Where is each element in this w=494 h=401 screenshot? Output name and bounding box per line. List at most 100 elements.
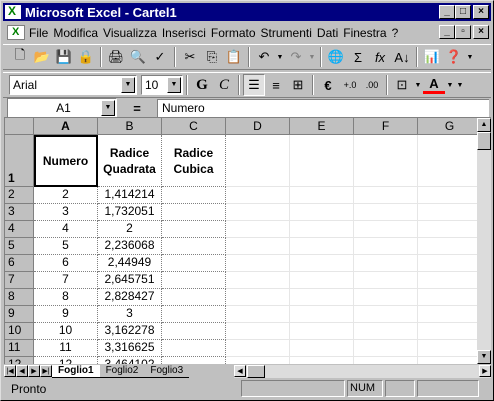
grid-cell[interactable]: 5 bbox=[34, 238, 98, 255]
undo-dropdown-icon[interactable]: ▼ bbox=[275, 46, 285, 68]
row-header[interactable]: 1 bbox=[5, 135, 34, 187]
grid-cell[interactable]: 7 bbox=[34, 272, 98, 289]
grid-cell[interactable] bbox=[290, 357, 354, 364]
grid-cell[interactable] bbox=[418, 221, 482, 238]
grid-cell[interactable] bbox=[418, 289, 482, 306]
grid-cell[interactable]: 12 bbox=[34, 357, 98, 364]
title-bar[interactable]: Microsoft Excel - Cartel1 _ □ × bbox=[3, 3, 491, 21]
row-header[interactable]: 7 bbox=[5, 272, 34, 289]
row-header[interactable]: 11 bbox=[5, 340, 34, 357]
grid-cell[interactable] bbox=[290, 238, 354, 255]
grid-cell[interactable] bbox=[290, 323, 354, 340]
workbook-icon[interactable] bbox=[7, 25, 25, 40]
grid-cell[interactable]: 3 bbox=[98, 306, 162, 323]
menu-modifica[interactable]: Modifica bbox=[53, 26, 103, 40]
grid-cell[interactable]: 3 bbox=[34, 204, 98, 221]
grid-cell[interactable] bbox=[162, 272, 226, 289]
grid-cell[interactable] bbox=[162, 187, 226, 204]
grid-cell[interactable] bbox=[290, 340, 354, 357]
grid-cell[interactable] bbox=[418, 272, 482, 289]
chart-wizard-icon[interactable]: 📊 bbox=[421, 46, 443, 68]
grid-cell[interactable]: 9 bbox=[34, 306, 98, 323]
grid-cell[interactable] bbox=[354, 357, 418, 364]
grid-cell[interactable] bbox=[418, 255, 482, 272]
permission-icon[interactable]: 🔒 bbox=[75, 46, 97, 68]
grid-cell[interactable] bbox=[290, 204, 354, 221]
grid-cell[interactable] bbox=[226, 135, 290, 187]
grid-cell[interactable] bbox=[354, 238, 418, 255]
column-header-e[interactable]: E bbox=[290, 118, 354, 135]
grid-cell[interactable] bbox=[226, 340, 290, 357]
grid-cell[interactable]: 2,44949 bbox=[98, 255, 162, 272]
column-header-c[interactable]: C bbox=[162, 118, 226, 135]
grid-cell[interactable]: 3,316625 bbox=[98, 340, 162, 357]
align-left-icon[interactable]: ☰ bbox=[243, 74, 265, 96]
next-sheet-icon[interactable]: ▶ bbox=[28, 365, 40, 377]
row-header[interactable]: 9 bbox=[5, 306, 34, 323]
grid-cell[interactable] bbox=[418, 135, 482, 187]
grid-cell[interactable] bbox=[354, 289, 418, 306]
help-icon[interactable]: ❓ bbox=[443, 46, 465, 68]
formula-input[interactable]: Numero bbox=[157, 99, 489, 117]
grid-cell[interactable] bbox=[290, 272, 354, 289]
grid-cell[interactable] bbox=[418, 306, 482, 323]
grid-cell[interactable] bbox=[162, 306, 226, 323]
worksheet-grid[interactable]: A B C D E F G 1 Numero Radice Quadrata Radice Cubi… bbox=[4, 117, 491, 364]
scroll-thumb[interactable] bbox=[247, 365, 265, 378]
grid-cell[interactable] bbox=[226, 255, 290, 272]
grid-cell[interactable] bbox=[418, 187, 482, 204]
grid-cell[interactable] bbox=[162, 255, 226, 272]
grid-cell[interactable] bbox=[226, 221, 290, 238]
scroll-right-icon[interactable]: ▶ bbox=[479, 365, 491, 377]
paste-icon[interactable]: 📋 bbox=[223, 46, 245, 68]
grid-cell[interactable]: 2 bbox=[34, 187, 98, 204]
grid-cell[interactable] bbox=[290, 306, 354, 323]
grid-cell[interactable] bbox=[354, 221, 418, 238]
doc-restore-button[interactable]: ▫ bbox=[455, 25, 471, 39]
grid-cell[interactable] bbox=[226, 187, 290, 204]
header-cell-c[interactable]: Radice Cubica bbox=[162, 135, 226, 187]
grid-cell[interactable] bbox=[226, 272, 290, 289]
column-header-d[interactable]: D bbox=[226, 118, 290, 135]
prev-sheet-icon[interactable]: ◀ bbox=[16, 365, 28, 377]
autosum-icon[interactable]: Σ bbox=[347, 46, 369, 68]
menu-help[interactable]: ? bbox=[392, 26, 404, 40]
header-cell-b[interactable]: Radice Quadrata bbox=[98, 135, 162, 187]
grid-cell[interactable] bbox=[162, 238, 226, 255]
grid-cell[interactable] bbox=[290, 135, 354, 187]
grid-cell[interactable] bbox=[354, 204, 418, 221]
grid-cell[interactable] bbox=[418, 340, 482, 357]
grid-cell[interactable] bbox=[162, 289, 226, 306]
row-header[interactable]: 3 bbox=[5, 204, 34, 221]
grid-cell[interactable]: 2 bbox=[98, 221, 162, 238]
borders-dropdown-icon[interactable]: ▼ bbox=[413, 74, 423, 96]
grid-cell[interactable] bbox=[290, 289, 354, 306]
row-header[interactable]: 8 bbox=[5, 289, 34, 306]
chevron-down-icon[interactable]: ▼ bbox=[121, 77, 135, 93]
first-sheet-icon[interactable]: |◀ bbox=[4, 365, 16, 377]
doc-minimize-button[interactable]: _ bbox=[439, 25, 455, 39]
grid-cell[interactable]: 1,414214 bbox=[98, 187, 162, 204]
print-icon[interactable]: 🖨 bbox=[105, 46, 127, 68]
sort-ascending-icon[interactable]: A↓ bbox=[391, 46, 413, 68]
toolbar-options-icon[interactable]: ▼ bbox=[465, 46, 475, 68]
font-color-icon[interactable]: A bbox=[423, 76, 445, 94]
menu-formato[interactable]: Formato bbox=[211, 26, 261, 40]
grid-cell[interactable] bbox=[290, 255, 354, 272]
column-header-g[interactable]: G bbox=[418, 118, 482, 135]
row-header[interactable]: 4 bbox=[5, 221, 34, 238]
grid-cell[interactable] bbox=[226, 238, 290, 255]
grid-cell[interactable]: 2,828427 bbox=[98, 289, 162, 306]
decrease-decimal-icon[interactable]: .00 bbox=[361, 74, 383, 96]
grid-cell[interactable]: 1,732051 bbox=[98, 204, 162, 221]
grid-cell[interactable] bbox=[162, 323, 226, 340]
grid-cell[interactable] bbox=[354, 323, 418, 340]
grid-cell[interactable]: 3,464102 bbox=[98, 357, 162, 364]
merge-center-icon[interactable]: ⊞ bbox=[287, 74, 309, 96]
grid-cell[interactable] bbox=[226, 306, 290, 323]
grid-cell[interactable] bbox=[162, 340, 226, 357]
grid-cell[interactable]: 10 bbox=[34, 323, 98, 340]
select-all-corner[interactable] bbox=[5, 118, 34, 135]
grid-cell[interactable] bbox=[354, 340, 418, 357]
font-name-select[interactable]: Arial ▼ bbox=[9, 75, 137, 95]
